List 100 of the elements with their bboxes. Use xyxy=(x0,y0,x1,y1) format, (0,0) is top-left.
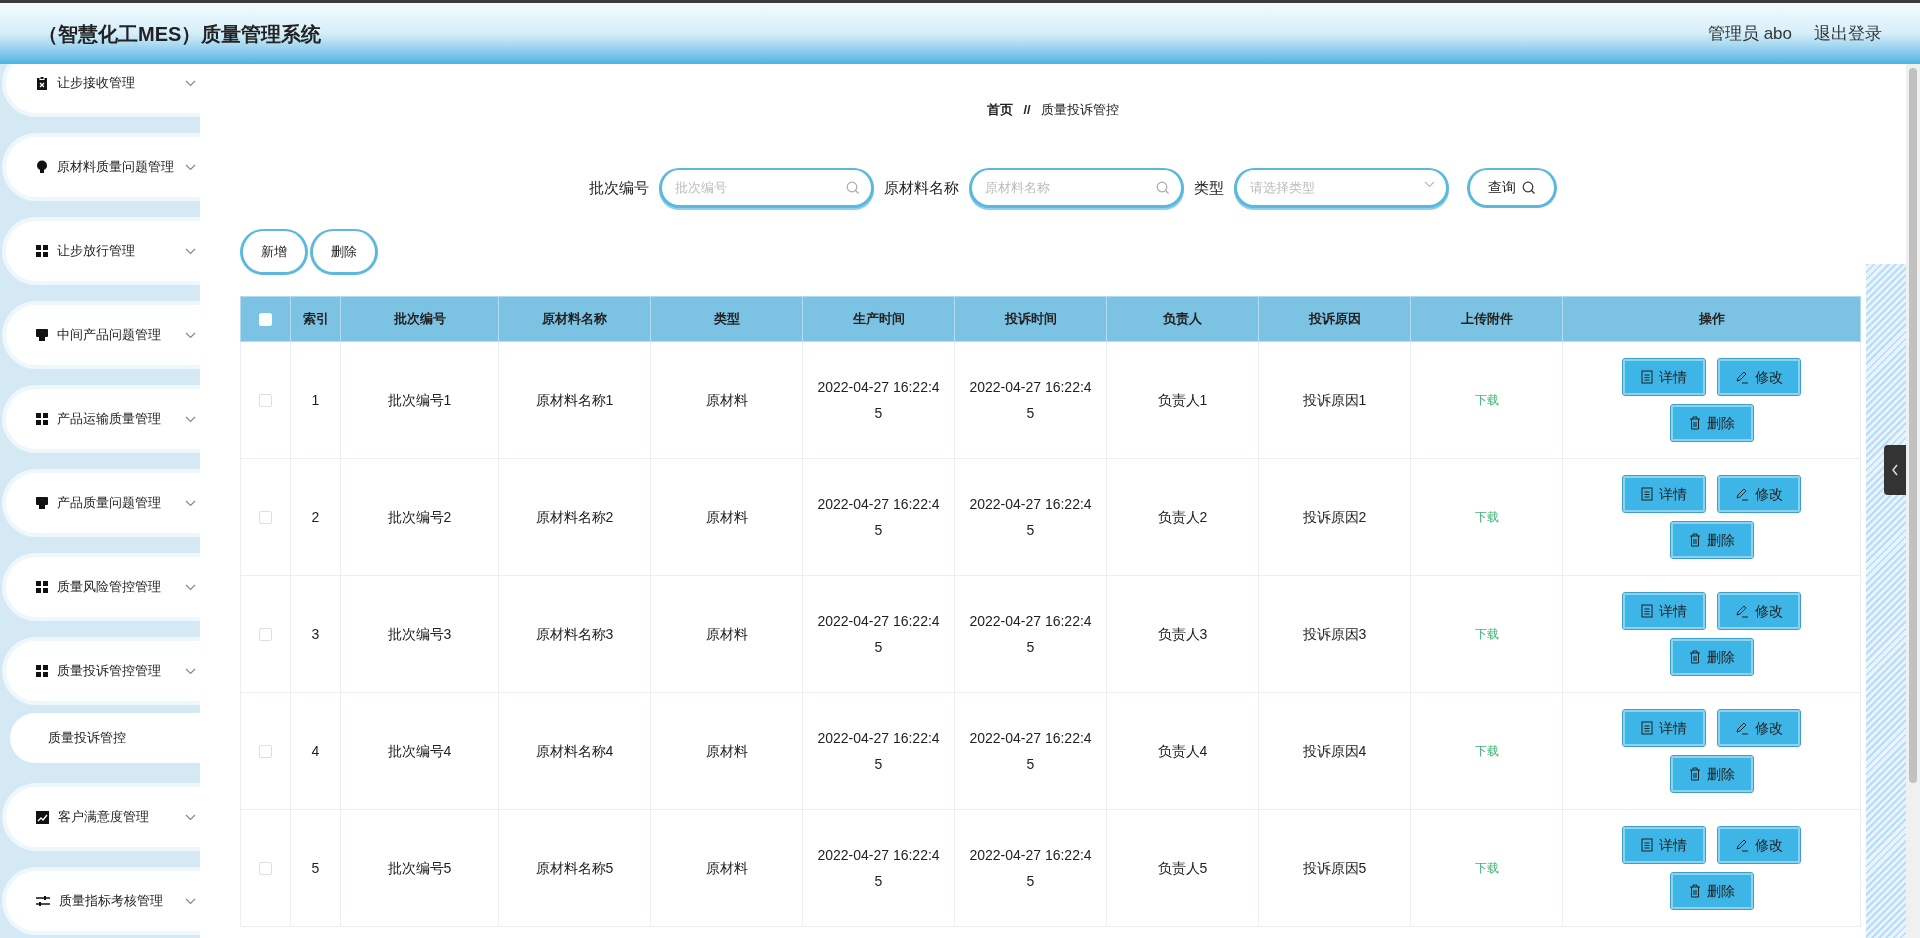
search-field[interactable]: 批次编号 xyxy=(659,168,874,208)
clipboard-icon xyxy=(36,76,48,90)
document-icon xyxy=(1641,487,1653,501)
table-cell: 2022-04-27 16:22:45 xyxy=(802,692,955,810)
add-button[interactable]: 新增 xyxy=(240,229,308,275)
table-cell: 批次编号5 xyxy=(340,809,499,927)
column-header: 批次编号 xyxy=(340,296,499,342)
chevron-down-icon xyxy=(185,247,196,255)
table-cell: 原材料名称1 xyxy=(498,341,651,459)
checkbox[interactable] xyxy=(259,745,272,759)
delete-button[interactable]: 删除 xyxy=(310,229,378,275)
breadcrumb-separator: // xyxy=(1023,100,1031,119)
breadcrumb-current: 质量投诉管控 xyxy=(1040,100,1119,119)
checkbox[interactable] xyxy=(259,862,272,876)
delete-button[interactable]: 删除 xyxy=(1670,639,1753,675)
edit-button[interactable]: 修改 xyxy=(1718,593,1800,629)
table-cell: 2022-04-27 16:22:45 xyxy=(802,458,955,576)
column-header: 原材料名称 xyxy=(498,296,651,342)
edit-button[interactable]: 修改 xyxy=(1718,476,1800,512)
delete-button[interactable]: 删除 xyxy=(1670,522,1753,558)
user-name: 管理员 abo xyxy=(1707,22,1792,45)
pencil-icon xyxy=(1735,604,1749,618)
logout-link[interactable]: 退出登录 xyxy=(1814,20,1882,47)
table-cell: 2022-04-27 16:22:45 xyxy=(954,341,1107,459)
column-header: 投诉时间 xyxy=(954,296,1107,342)
checkbox[interactable] xyxy=(259,628,272,642)
sidebar-item-label: 中间产品问题管理 xyxy=(57,326,162,345)
search-icon xyxy=(846,181,860,195)
table-cell: 批次编号2 xyxy=(340,458,499,576)
document-icon xyxy=(1641,838,1653,852)
printer-icon xyxy=(36,497,48,509)
pencil-icon xyxy=(1735,838,1749,852)
delete-button[interactable]: 删除 xyxy=(1670,873,1753,909)
table-cell: 负责人2 xyxy=(1106,458,1259,576)
type-select[interactable]: 请选择类型 xyxy=(1234,168,1449,208)
field-label: 原材料名称 xyxy=(884,177,959,198)
chevron-down-icon xyxy=(1424,181,1435,188)
table-cell: 负责人1 xyxy=(1106,341,1259,459)
table-cell: 负责人4 xyxy=(1106,692,1259,810)
collapse-tab[interactable] xyxy=(1884,445,1906,495)
table-cell: 原材料名称5 xyxy=(498,809,651,927)
grid-icon xyxy=(36,665,48,677)
column-header: 上传附件 xyxy=(1410,296,1563,342)
detail-button[interactable]: 详情 xyxy=(1623,710,1705,746)
table-cell: 批次编号1 xyxy=(340,341,499,459)
table-cell: 5 xyxy=(290,809,341,927)
chevron-down-icon xyxy=(185,583,196,591)
chevron-down-icon xyxy=(185,415,196,423)
search-icon xyxy=(1522,180,1536,195)
detail-button[interactable]: 详情 xyxy=(1623,359,1705,395)
table-cell: 2022-04-27 16:22:45 xyxy=(954,575,1107,693)
field-label: 类型 xyxy=(1194,177,1224,198)
table-cell: 4 xyxy=(290,692,341,810)
delete-button[interactable]: 删除 xyxy=(1670,756,1753,792)
table-cell: 投诉原因3 xyxy=(1258,575,1411,693)
column-header: 索引 xyxy=(290,296,341,342)
search-icon xyxy=(1156,181,1170,195)
search-field[interactable]: 原材料名称 xyxy=(969,168,1184,208)
table-cell: 批次编号4 xyxy=(340,692,499,810)
lightbulb-icon xyxy=(36,160,48,174)
edit-button[interactable]: 修改 xyxy=(1718,827,1800,863)
chevron-down-icon xyxy=(185,499,196,507)
pencil-icon xyxy=(1735,487,1749,501)
table-cell: 负责人3 xyxy=(1106,575,1259,693)
document-icon xyxy=(1641,604,1653,618)
submenu-item[interactable]: 质量投诉管控 xyxy=(10,713,200,763)
column-header: 投诉原因 xyxy=(1258,296,1411,342)
edit-button[interactable]: 修改 xyxy=(1718,359,1800,395)
field-label: 批次编号 xyxy=(589,177,649,198)
trash-icon xyxy=(1688,650,1701,664)
pencil-icon xyxy=(1735,721,1749,735)
column-header: 负责人 xyxy=(1106,296,1259,342)
detail-button[interactable]: 详情 xyxy=(1623,593,1705,629)
table-cell: 原材料 xyxy=(650,575,803,693)
table-cell: 投诉原因2 xyxy=(1258,458,1411,576)
detail-button[interactable]: 详情 xyxy=(1623,827,1705,863)
sidebar-item-label: 产品质量问题管理 xyxy=(57,494,162,513)
delete-button[interactable]: 删除 xyxy=(1670,405,1753,441)
sidebar-item-label: 质量风险管控管理 xyxy=(57,578,162,597)
detail-button[interactable]: 详情 xyxy=(1623,476,1705,512)
table-cell: 2022-04-27 16:22:45 xyxy=(954,458,1107,576)
grid-icon xyxy=(36,413,48,425)
sidebar-item-label: 产品运输质量管理 xyxy=(57,410,162,429)
chevron-down-icon xyxy=(185,897,196,905)
table-cell: 2022-04-27 16:22:45 xyxy=(954,809,1107,927)
column-header: 操作 xyxy=(1562,296,1861,342)
document-icon xyxy=(1641,721,1653,735)
document-icon xyxy=(1641,370,1653,384)
checkbox[interactable] xyxy=(259,511,272,525)
table-cell: 投诉原因5 xyxy=(1258,809,1411,927)
breadcrumb-home[interactable]: 首页 xyxy=(987,99,1014,120)
table-cell: 原材料名称4 xyxy=(498,692,651,810)
edit-button[interactable]: 修改 xyxy=(1718,710,1800,746)
sidebar-item-label: 原材料质量问题管理 xyxy=(57,158,175,177)
table-cell: 1 xyxy=(290,341,341,459)
search-button[interactable]: 查询 xyxy=(1467,168,1557,208)
chevron-down-icon xyxy=(185,331,196,339)
checkbox[interactable] xyxy=(259,394,272,408)
table-cell: 2022-04-27 16:22:45 xyxy=(802,341,955,459)
sidebar-item-label: 质量投诉管控管理 xyxy=(57,662,162,681)
